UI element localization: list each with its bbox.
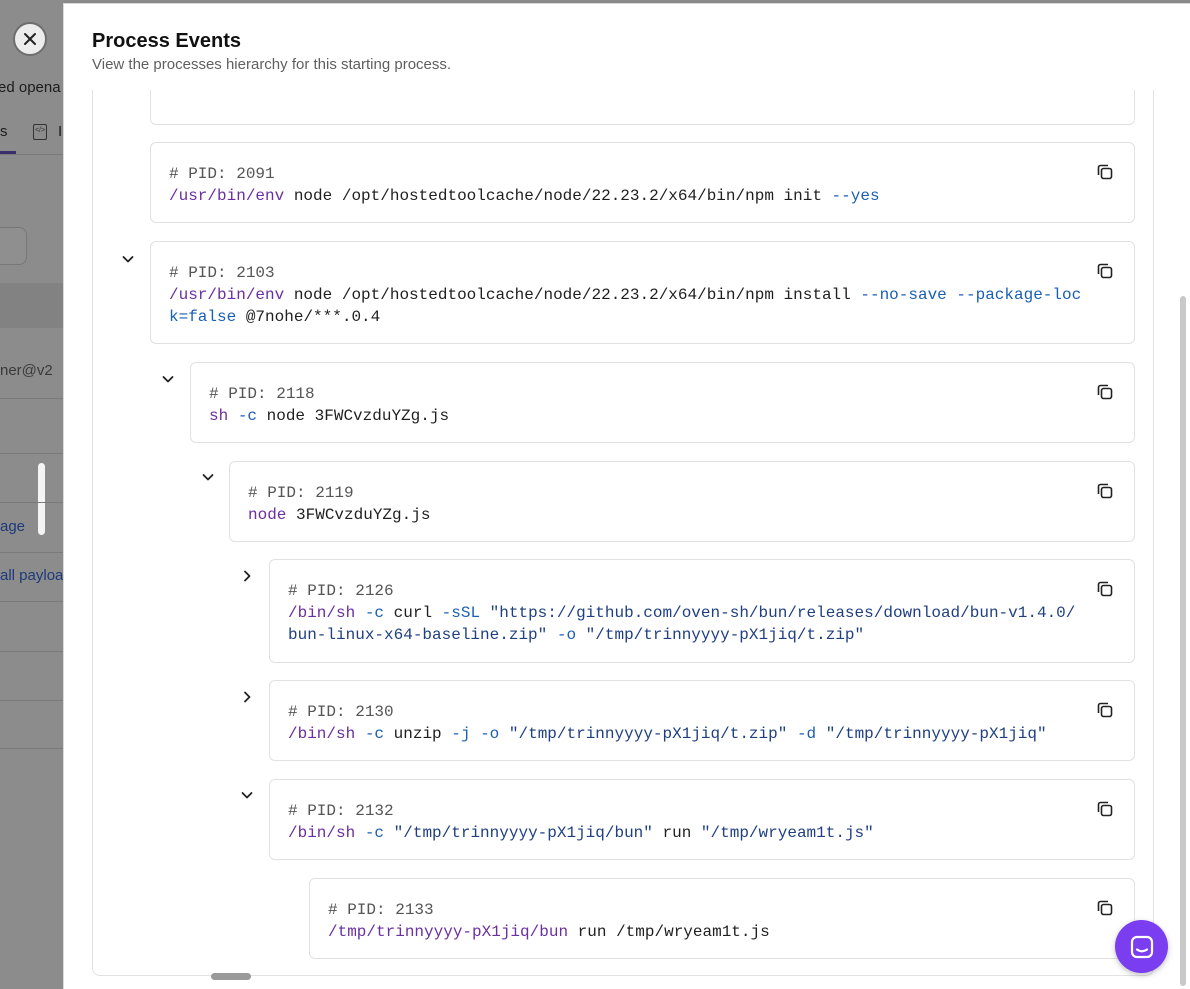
process-command: sh -c node 3FWCvzduYZg.js [209, 407, 450, 425]
background-divider [0, 453, 64, 454]
background-page: ed opena s </> I ner@v2 age all payloa [0, 0, 64, 989]
process-card: # PID: 2119 node 3FWCvzduYZg.js [229, 461, 1135, 542]
background-divider [0, 398, 64, 399]
process-card: # PID: 2118 sh -c node 3FWCvzduYZg.js [190, 362, 1135, 443]
chevron-down-icon [162, 376, 174, 383]
collapse-toggle[interactable] [200, 469, 216, 485]
code-file-icon: </> [33, 124, 47, 140]
collapse-toggle[interactable] [160, 371, 176, 387]
close-drawer-button[interactable] [13, 22, 47, 56]
background-link-fragment: age [0, 518, 26, 535]
copy-icon [1097, 900, 1113, 916]
process-card: # PID: 2103 /usr/bin/env node /opt/hoste… [150, 241, 1135, 344]
copy-command-button[interactable] [1095, 579, 1115, 599]
expand-toggle[interactable] [239, 689, 255, 705]
copy-icon [1097, 263, 1113, 279]
background-text-fragment: ed opena [0, 79, 61, 96]
chevron-down-icon [122, 256, 134, 263]
process-card: # PID: 2133 /tmp/trinnyyyy-pX1jiq/bun ru… [309, 878, 1135, 959]
vertical-scrollbar[interactable] [1180, 296, 1186, 986]
background-table-header [0, 283, 64, 328]
background-input [0, 227, 27, 265]
copy-icon [1097, 483, 1113, 499]
expand-toggle[interactable] [239, 568, 255, 584]
copy-command-button[interactable] [1095, 799, 1115, 819]
background-divider [0, 601, 64, 602]
process-command: /usr/bin/env node /opt/hostedtoolcache/n… [169, 286, 1082, 326]
process-pid: # PID: 2132 [288, 802, 394, 820]
copy-command-button[interactable] [1095, 382, 1115, 402]
background-tab-fragment: I [58, 123, 63, 140]
background-divider [0, 154, 64, 155]
process-pid: # PID: 2118 [209, 385, 315, 403]
process-command: /bin/sh -c unzip -j -o "/tmp/trinnyyyy-p… [288, 725, 1047, 743]
process-pid: # PID: 2119 [248, 484, 354, 502]
process-pid: # PID: 2091 [169, 165, 275, 183]
process-events-drawer: Process Events View the processes hierar… [63, 3, 1190, 989]
process-card: # PID: 2091 /usr/bin/env node /opt/hoste… [150, 142, 1135, 223]
process-command: /usr/bin/env node /opt/hostedtoolcache/n… [169, 187, 880, 205]
drawer-title: Process Events [92, 30, 241, 52]
background-divider [0, 700, 64, 701]
collapse-toggle[interactable] [120, 251, 136, 267]
chat-launcher-button[interactable] [1115, 920, 1168, 973]
background-divider [0, 552, 64, 553]
copy-icon [1097, 702, 1113, 718]
process-card: # PID: 2130 /bin/sh -c unzip -j -o "/tmp… [269, 680, 1135, 761]
process-pid: # PID: 2126 [288, 582, 394, 600]
chevron-right-icon [244, 570, 251, 582]
chevron-down-icon [202, 474, 214, 481]
background-divider [0, 502, 64, 503]
copy-icon [1097, 801, 1113, 817]
background-link-fragment: all payloa [0, 567, 64, 584]
background-divider [0, 748, 64, 749]
drawer-subtitle: View the processes hierarchy for this st… [92, 56, 452, 73]
process-card: # PID: 2126 /bin/sh -c curl -sSL "https:… [269, 559, 1135, 663]
copy-icon [1097, 164, 1113, 180]
background-scrollbar [38, 463, 45, 535]
copy-command-button[interactable] [1095, 898, 1115, 918]
copy-command-button[interactable] [1095, 481, 1115, 501]
copy-icon [1097, 384, 1113, 400]
chat-icon [1130, 935, 1153, 958]
close-icon [24, 33, 36, 45]
background-divider [0, 651, 64, 652]
copy-command-button[interactable] [1095, 700, 1115, 720]
background-tab-fragment: s [0, 123, 8, 140]
process-command: node 3FWCvzduYZg.js [248, 506, 431, 524]
process-command: /bin/sh -c curl -sSL "https://github.com… [288, 604, 1076, 644]
copy-icon [1097, 581, 1113, 597]
collapse-toggle[interactable] [239, 787, 255, 803]
process-tree-panel: mkdir detonation # PID: 2091 /usr/bin/en… [92, 64, 1154, 976]
copy-command-button[interactable] [1095, 162, 1115, 182]
chevron-down-icon [241, 792, 253, 799]
process-command: /bin/sh -c "/tmp/trinnyyyy-pX1jiq/bun" r… [288, 824, 874, 842]
process-pid: # PID: 2133 [328, 901, 434, 919]
process-pid: # PID: 2103 [169, 264, 275, 282]
process-pid: # PID: 2130 [288, 703, 394, 721]
copy-command-button[interactable] [1095, 261, 1115, 281]
horizontal-scrollbar[interactable] [211, 973, 251, 980]
drawer-header: Process Events View the processes hierar… [64, 4, 1190, 90]
background-text-fragment: ner@v2 [0, 362, 53, 379]
chevron-right-icon [244, 691, 251, 703]
process-command: /tmp/trinnyyyy-pX1jiq/bun run /tmp/wryea… [328, 923, 770, 941]
process-card: # PID: 2132 /bin/sh -c "/tmp/trinnyyyy-p… [269, 779, 1135, 860]
